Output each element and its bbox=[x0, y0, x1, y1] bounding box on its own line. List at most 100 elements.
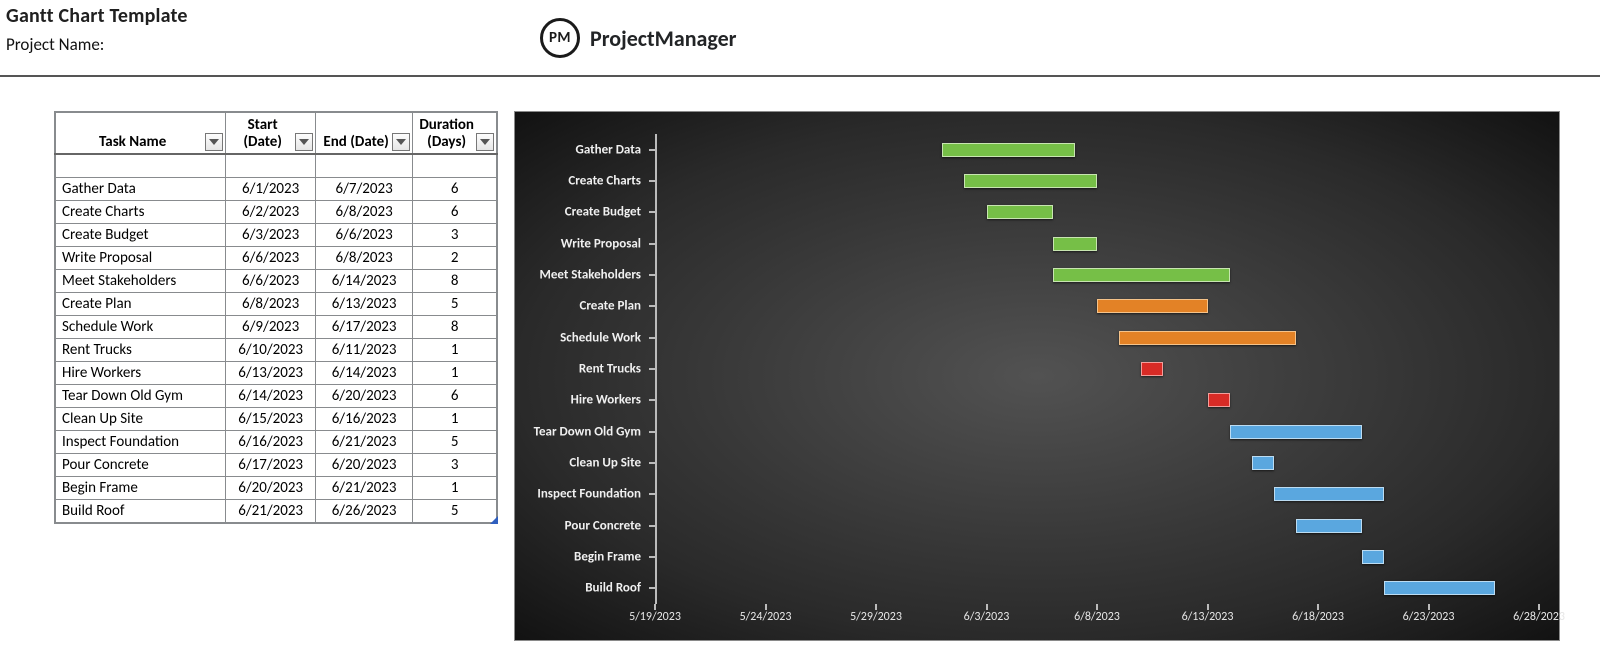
cell-duration[interactable]: 5 bbox=[413, 293, 497, 316]
cell-start[interactable]: 6/14/2023 bbox=[226, 385, 316, 408]
gantt-bar[interactable] bbox=[1384, 581, 1495, 595]
cell-start[interactable]: 6/8/2023 bbox=[226, 293, 316, 316]
gantt-bar[interactable] bbox=[987, 205, 1053, 219]
table-row[interactable]: Rent Trucks6/10/20236/11/20231 bbox=[55, 339, 497, 362]
gantt-chart[interactable]: Gather DataCreate ChartsCreate BudgetWri… bbox=[514, 111, 1560, 641]
cell-task[interactable]: Build Roof bbox=[55, 500, 226, 524]
gantt-bar[interactable] bbox=[964, 174, 1097, 188]
cell-duration[interactable]: 1 bbox=[413, 339, 497, 362]
cell-end[interactable]: 6/11/2023 bbox=[315, 339, 412, 362]
gantt-bar[interactable] bbox=[1208, 393, 1230, 407]
cell-duration[interactable]: 8 bbox=[413, 270, 497, 293]
col-start[interactable]: Start (Date) bbox=[226, 112, 316, 154]
gantt-bar[interactable] bbox=[1097, 299, 1208, 313]
cell-duration[interactable]: 3 bbox=[413, 454, 497, 477]
cell-end[interactable]: 6/17/2023 bbox=[315, 316, 412, 339]
cell-end[interactable]: 6/21/2023 bbox=[315, 477, 412, 500]
cell-end[interactable]: 6/16/2023 bbox=[315, 408, 412, 431]
cell-task[interactable]: Gather Data bbox=[55, 178, 226, 201]
gantt-bar[interactable] bbox=[1274, 487, 1385, 501]
cell-task[interactable]: Begin Frame bbox=[55, 477, 226, 500]
cell-duration[interactable]: 5 bbox=[413, 431, 497, 454]
cell-end[interactable]: 6/8/2023 bbox=[315, 247, 412, 270]
cell-task[interactable]: Pour Concrete bbox=[55, 454, 226, 477]
col-end[interactable]: End (Date) bbox=[315, 112, 412, 154]
table-row[interactable]: Pour Concrete6/17/20236/20/20233 bbox=[55, 454, 497, 477]
table-row[interactable]: Tear Down Old Gym6/14/20236/20/20236 bbox=[55, 385, 497, 408]
gantt-bar[interactable] bbox=[1252, 456, 1274, 470]
filter-button-start[interactable] bbox=[295, 133, 313, 151]
cell-duration[interactable]: 5 bbox=[413, 500, 497, 524]
table-row[interactable]: Begin Frame6/20/20236/21/20231 bbox=[55, 477, 497, 500]
gantt-bar[interactable] bbox=[1053, 237, 1097, 251]
gantt-bar[interactable] bbox=[1053, 268, 1230, 282]
gantt-bar[interactable] bbox=[1141, 362, 1163, 376]
table-row[interactable]: Gather Data6/1/20236/7/20236 bbox=[55, 178, 497, 201]
cell-task[interactable]: Clean Up Site bbox=[55, 408, 226, 431]
gantt-bar[interactable] bbox=[1296, 519, 1362, 533]
cell-start[interactable]: 6/6/2023 bbox=[226, 270, 316, 293]
cell-end[interactable]: 6/26/2023 bbox=[315, 500, 412, 524]
col-duration[interactable]: Duration (Days) bbox=[413, 112, 497, 154]
table-row[interactable]: Write Proposal6/6/20236/8/20232 bbox=[55, 247, 497, 270]
table-row[interactable]: Build Roof6/21/20236/26/20235 bbox=[55, 500, 497, 524]
cell-task[interactable]: Rent Trucks bbox=[55, 339, 226, 362]
cell-start[interactable]: 6/21/2023 bbox=[226, 500, 316, 524]
gantt-bar[interactable] bbox=[1362, 550, 1384, 564]
cell-start[interactable]: 6/16/2023 bbox=[226, 431, 316, 454]
cell-start[interactable]: 6/10/2023 bbox=[226, 339, 316, 362]
cell-start[interactable]: 6/1/2023 bbox=[226, 178, 316, 201]
cell-end[interactable]: 6/20/2023 bbox=[315, 385, 412, 408]
cell-start[interactable]: 6/3/2023 bbox=[226, 224, 316, 247]
cell-end[interactable]: 6/7/2023 bbox=[315, 178, 412, 201]
cell-start[interactable]: 6/9/2023 bbox=[226, 316, 316, 339]
cell-task[interactable]: Inspect Foundation bbox=[55, 431, 226, 454]
table-row[interactable]: Schedule Work6/9/20236/17/20238 bbox=[55, 316, 497, 339]
cell-task[interactable]: Schedule Work bbox=[55, 316, 226, 339]
cell-task[interactable]: Create Charts bbox=[55, 201, 226, 224]
cell-task[interactable]: Hire Workers bbox=[55, 362, 226, 385]
cell-end[interactable]: 6/13/2023 bbox=[315, 293, 412, 316]
cell-end[interactable]: 6/8/2023 bbox=[315, 201, 412, 224]
table-row[interactable]: Create Charts6/2/20236/8/20236 bbox=[55, 201, 497, 224]
cell-duration[interactable]: 8 bbox=[413, 316, 497, 339]
cell-start[interactable]: 6/2/2023 bbox=[226, 201, 316, 224]
cell-task[interactable]: Create Plan bbox=[55, 293, 226, 316]
filter-button-end[interactable] bbox=[392, 133, 410, 151]
cell-end[interactable]: 6/14/2023 bbox=[315, 270, 412, 293]
cell-task[interactable]: Create Budget bbox=[55, 224, 226, 247]
task-table[interactable]: Task Name Start (Date) bbox=[54, 111, 498, 524]
cell-duration[interactable]: 6 bbox=[413, 385, 497, 408]
cell-duration[interactable]: 6 bbox=[413, 201, 497, 224]
cell-end[interactable]: 6/6/2023 bbox=[315, 224, 412, 247]
filter-button-duration[interactable] bbox=[476, 133, 494, 151]
cell-duration[interactable]: 1 bbox=[413, 408, 497, 431]
cell-duration[interactable]: 3 bbox=[413, 224, 497, 247]
table-row[interactable]: Inspect Foundation6/16/20236/21/20235 bbox=[55, 431, 497, 454]
gantt-bar[interactable] bbox=[1230, 425, 1363, 439]
table-row[interactable]: Clean Up Site6/15/20236/16/20231 bbox=[55, 408, 497, 431]
filter-button-task[interactable] bbox=[205, 133, 223, 151]
table-row[interactable]: Create Plan6/8/20236/13/20235 bbox=[55, 293, 497, 316]
cell-duration[interactable]: 6 bbox=[413, 178, 497, 201]
table-row[interactable]: Hire Workers6/13/20236/14/20231 bbox=[55, 362, 497, 385]
gantt-bar[interactable] bbox=[942, 143, 1075, 157]
cell-task[interactable]: Meet Stakeholders bbox=[55, 270, 226, 293]
cell-end[interactable]: 6/14/2023 bbox=[315, 362, 412, 385]
cell-task[interactable]: Tear Down Old Gym bbox=[55, 385, 226, 408]
table-resize-handle-icon[interactable] bbox=[490, 516, 498, 524]
cell-duration[interactable]: 1 bbox=[413, 477, 497, 500]
gantt-bar[interactable] bbox=[1119, 331, 1296, 345]
table-row[interactable]: Create Budget6/3/20236/6/20233 bbox=[55, 224, 497, 247]
cell-start[interactable]: 6/15/2023 bbox=[226, 408, 316, 431]
cell-start[interactable]: 6/13/2023 bbox=[226, 362, 316, 385]
cell-end[interactable]: 6/21/2023 bbox=[315, 431, 412, 454]
cell-start[interactable]: 6/6/2023 bbox=[226, 247, 316, 270]
table-row[interactable]: Meet Stakeholders6/6/20236/14/20238 bbox=[55, 270, 497, 293]
cell-duration[interactable]: 2 bbox=[413, 247, 497, 270]
cell-end[interactable]: 6/20/2023 bbox=[315, 454, 412, 477]
col-task-name[interactable]: Task Name bbox=[55, 112, 226, 154]
cell-start[interactable]: 6/17/2023 bbox=[226, 454, 316, 477]
cell-duration[interactable]: 1 bbox=[413, 362, 497, 385]
cell-start[interactable]: 6/20/2023 bbox=[226, 477, 316, 500]
